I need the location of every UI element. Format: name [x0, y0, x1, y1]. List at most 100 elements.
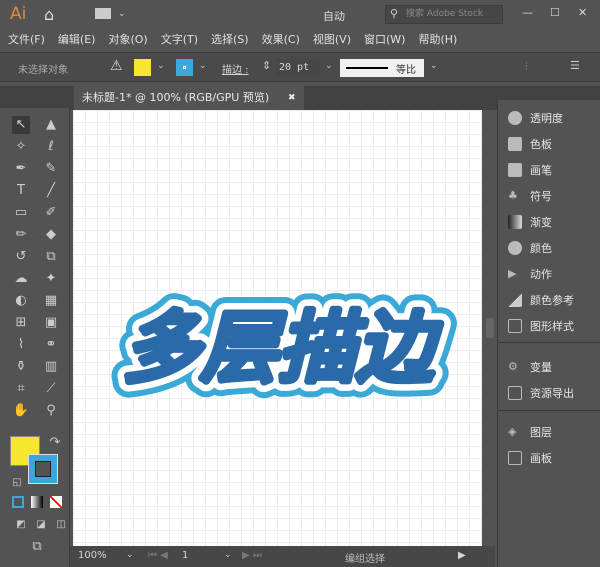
panel-layers[interactable]: ◈ 图层: [508, 421, 552, 443]
panel-symbols[interactable]: ♣ 符号: [508, 185, 552, 207]
stroke-profile-select[interactable]: 等比: [340, 59, 424, 77]
transparency-icon: [508, 111, 522, 125]
shape-builder-tool-icon[interactable]: ◐: [12, 292, 30, 310]
menu-view[interactable]: 视图(V): [313, 30, 351, 50]
draw-behind-icon[interactable]: ◪: [32, 516, 50, 534]
menu-edit[interactable]: 编辑(E): [58, 30, 96, 50]
zoom-level[interactable]: 100%: [78, 550, 107, 561]
menu-type[interactable]: 文字(T): [161, 30, 198, 50]
menu-object[interactable]: 对象(O): [108, 30, 147, 50]
panel-actions[interactable]: ▶ 动作: [508, 263, 552, 285]
home-icon[interactable]: ⌂: [44, 5, 54, 24]
zoom-tool-icon[interactable]: ⚲: [42, 402, 60, 420]
chevron-down-icon[interactable]: ⌄: [118, 9, 126, 19]
menu-window[interactable]: 窗口(W): [364, 30, 405, 50]
shaper-tool-icon[interactable]: ✏: [12, 226, 30, 244]
symbol-icon: ♣: [508, 189, 518, 202]
mesh-tool-icon[interactable]: ⊞: [12, 314, 30, 332]
menu-select[interactable]: 选择(S): [211, 30, 249, 50]
draw-normal-icon[interactable]: ◩: [12, 516, 30, 534]
fill-color-swatch[interactable]: [134, 59, 151, 76]
eyedropper-tool-icon[interactable]: ⌇: [12, 336, 30, 354]
swap-colors-icon[interactable]: ↷: [46, 434, 64, 452]
status-menu-icon[interactable]: ▶: [458, 550, 466, 561]
chevron-down-icon[interactable]: ⌄: [430, 61, 438, 71]
next-page-icon[interactable]: ▶ ⏭: [242, 550, 262, 561]
chevron-down-icon[interactable]: ⌄: [224, 550, 232, 560]
panel-collapse-handle[interactable]: [486, 318, 494, 338]
stroke-color-swatch[interactable]: [176, 59, 193, 76]
pen-tool-icon[interactable]: ✒: [12, 160, 30, 178]
gradient-mode-icon[interactable]: [31, 496, 43, 508]
pin-tool-icon[interactable]: ✦: [42, 270, 60, 288]
curvature-tool-icon[interactable]: ✎: [42, 160, 60, 178]
scale-tool-icon[interactable]: ⧉: [42, 248, 60, 266]
workspace-layout-icon[interactable]: [95, 8, 111, 19]
page-number[interactable]: 1: [182, 550, 188, 561]
artboard[interactable]: 多层描边 多层描边 多层描边: [73, 110, 482, 546]
lasso-tool-icon[interactable]: ℓ: [42, 138, 60, 156]
selection-tool-icon[interactable]: ↖: [12, 116, 30, 134]
close-tab-icon[interactable]: ✖: [288, 86, 296, 110]
none-mode-icon[interactable]: [50, 496, 62, 508]
current-tool-status: 编组选择: [345, 554, 385, 565]
gradient-tool-icon[interactable]: ▣: [42, 314, 60, 332]
stock-search-input[interactable]: 搜索 Adobe Stock: [385, 5, 503, 24]
search-icon: ⚲: [390, 7, 399, 20]
panel-label: 动作: [530, 268, 552, 281]
menu-list-icon[interactable]: ☰: [570, 59, 580, 72]
minimize-button[interactable]: —: [522, 6, 533, 19]
stroke-weight-input[interactable]: 20 pt: [276, 59, 320, 77]
graph-tool-icon[interactable]: ▥: [42, 358, 60, 376]
menu-file[interactable]: 文件(F): [8, 30, 45, 50]
panel-transparency[interactable]: 透明度: [508, 107, 563, 129]
chevron-down-icon[interactable]: ⌄: [325, 61, 333, 71]
stroke-label[interactable]: 描边 :: [222, 61, 249, 76]
panel-swatches[interactable]: 色板: [508, 133, 552, 155]
screen-mode-icon[interactable]: ⧉: [28, 538, 46, 556]
slice-tool-icon[interactable]: ⟋: [42, 380, 60, 398]
chevron-down-icon[interactable]: ⌄: [126, 550, 134, 560]
artboard-tool-icon[interactable]: ⌗: [12, 380, 30, 398]
align-icon[interactable]: ⫶: [525, 60, 528, 74]
panel-gradient[interactable]: 渐变: [508, 211, 552, 233]
graphic-styles-icon: [508, 319, 522, 333]
chevron-down-icon[interactable]: ⌄: [157, 61, 165, 71]
maximize-button[interactable]: ☐: [550, 6, 560, 19]
menu-effect[interactable]: 效果(C): [262, 30, 300, 50]
panel-brushes[interactable]: 画笔: [508, 159, 552, 181]
document-tab[interactable]: 未标题-1* @ 100% (RGB/GPU 预览) ✖: [74, 86, 304, 110]
rectangle-tool-icon[interactable]: ▭: [12, 204, 30, 222]
artwork[interactable]: 多层描边 多层描边 多层描边: [73, 110, 482, 546]
hand-tool-icon[interactable]: ✋: [12, 402, 30, 420]
direct-selection-tool-icon[interactable]: ▲: [42, 116, 60, 134]
artboards-icon: [508, 451, 522, 465]
default-colors-icon[interactable]: ◱: [8, 474, 26, 492]
panel-color[interactable]: 颜色: [508, 237, 552, 259]
rotate-tool-icon[interactable]: ↺: [12, 248, 30, 266]
magic-wand-tool-icon[interactable]: ✧: [12, 138, 30, 156]
chevron-down-icon[interactable]: ⌄: [199, 61, 207, 71]
blend-tool-icon[interactable]: ⚭: [42, 336, 60, 354]
close-button[interactable]: ✕: [578, 6, 587, 19]
warp-tool-icon[interactable]: ☁: [12, 270, 30, 288]
panel-graphic-styles[interactable]: 图形样式: [508, 315, 574, 337]
panel-color-guide[interactable]: 颜色参考: [508, 289, 574, 311]
draw-inside-icon[interactable]: ◫: [52, 516, 70, 534]
color-mode-icon[interactable]: [12, 496, 24, 508]
panel-variables[interactable]: ⚙ 变量: [508, 356, 552, 378]
panel-label: 透明度: [530, 112, 563, 125]
perspective-grid-tool-icon[interactable]: ▦: [42, 292, 60, 310]
stroke-swatch[interactable]: [28, 454, 58, 484]
eraser-tool-icon[interactable]: ◆: [42, 226, 60, 244]
workspace-switcher[interactable]: 自动: [323, 8, 345, 24]
line-tool-icon[interactable]: ╱: [42, 182, 60, 200]
stepper-icon[interactable]: ⇕: [262, 59, 271, 72]
menu-help[interactable]: 帮助(H): [418, 30, 457, 50]
first-page-icon[interactable]: ⏮ ◀: [148, 550, 168, 561]
symbol-sprayer-tool-icon[interactable]: ⚱: [12, 358, 30, 376]
paintbrush-tool-icon[interactable]: ✐: [42, 204, 60, 222]
panel-asset-export[interactable]: 资源导出: [508, 382, 574, 404]
panel-artboards[interactable]: 画板: [508, 447, 552, 469]
type-tool-icon[interactable]: T: [12, 182, 30, 200]
